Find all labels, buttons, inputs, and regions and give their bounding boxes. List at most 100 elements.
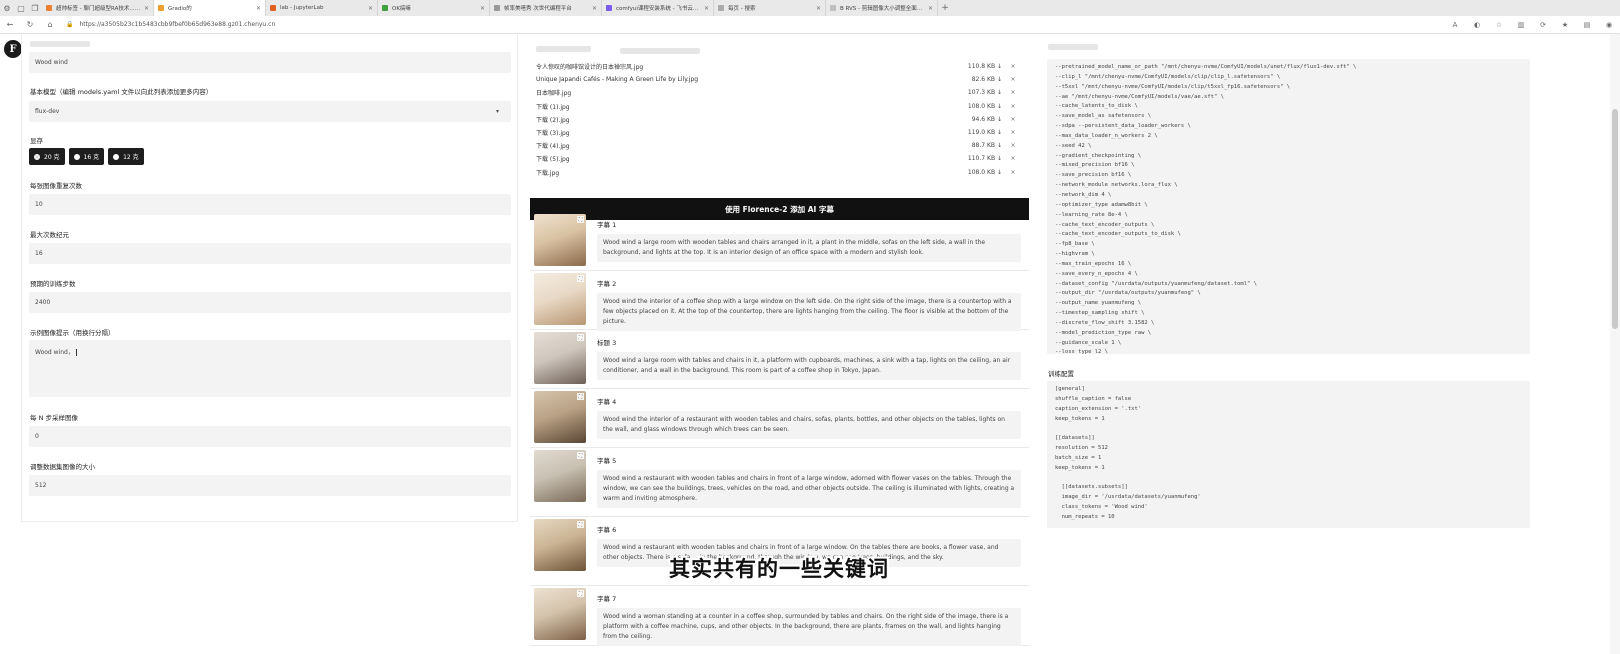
file-size[interactable]: 88.7 KB ↓ bbox=[942, 142, 1002, 149]
radio-icon bbox=[73, 153, 80, 160]
file-name[interactable]: 下载 (2).jpg bbox=[536, 115, 942, 124]
file-name[interactable]: 下载 (3).jpg bbox=[536, 128, 942, 137]
remove-file-icon[interactable]: × bbox=[1002, 155, 1024, 162]
scrollbar-thumb[interactable] bbox=[1612, 109, 1618, 329]
training-config-textarea[interactable]: [general] shuffle_caption = false caption_… bbox=[1047, 381, 1530, 528]
browser-tab[interactable]: comfyui课程安装系统 - 飞书云文档 ✕ bbox=[602, 0, 714, 16]
sample-prompt-textarea[interactable]: Wood wind， bbox=[29, 340, 511, 397]
remove-file-icon[interactable]: × bbox=[1002, 142, 1024, 149]
file-size[interactable]: 94.6 KB ↓ bbox=[942, 116, 1002, 123]
page-scrollbar[interactable] bbox=[1610, 34, 1620, 654]
caption-row: ⛶ 字幕 2 Wood wind the interior of a coffee … bbox=[530, 271, 1029, 331]
vram-option[interactable]: 20 克 bbox=[29, 148, 65, 165]
file-size[interactable]: 107.3 KB ↓ bbox=[942, 89, 1002, 96]
file-name[interactable]: 下载 (4).jpg bbox=[536, 141, 942, 150]
favorites-icon[interactable]: ★ bbox=[1554, 21, 1576, 29]
script-line: --ae "/mnt/chenyu-nvme/ComfyUI/models/va… bbox=[1055, 93, 1224, 100]
vram-option[interactable]: 16 克 bbox=[68, 148, 105, 165]
file-size[interactable]: 108.0 KB ↓ bbox=[942, 103, 1002, 110]
file-name[interactable]: 日本咖啡.jpg bbox=[536, 88, 942, 97]
file-size[interactable]: 82.6 KB ↓ bbox=[942, 76, 1002, 83]
caption-textarea[interactable]: Wood wind a large room with wooden table… bbox=[597, 234, 1021, 262]
file-name[interactable]: Unique Japandi Cafés - Making A Green Li… bbox=[536, 76, 942, 83]
address-bar[interactable]: 🔒 https://a3505b23c1b5483cbb9fbef0b65d96… bbox=[66, 21, 1444, 28]
browser-tab[interactable]: 帧率美嗒秀 次世代编程平台 ✕ bbox=[490, 0, 602, 16]
expand-icon[interactable]: ⛶ bbox=[577, 334, 584, 341]
remove-file-icon[interactable]: × bbox=[1002, 89, 1024, 96]
remove-file-icon[interactable]: × bbox=[1002, 129, 1024, 136]
read-aloud-icon[interactable]: ◐ bbox=[1466, 21, 1488, 29]
training-script-textarea[interactable]: --pretrained_model_name_or_path "/mnt/ch… bbox=[1047, 59, 1530, 354]
translate-icon[interactable]: A bbox=[1444, 21, 1466, 29]
browser-tab[interactable]: lab - JupyterLab ✕ bbox=[266, 0, 378, 16]
expand-icon[interactable]: ⛶ bbox=[577, 590, 584, 597]
collections-icon[interactable]: ▤ bbox=[1576, 21, 1598, 29]
tab-actions-icon[interactable]: ▢ bbox=[14, 0, 28, 16]
close-icon[interactable]: ✕ bbox=[704, 5, 709, 12]
tab-favicon-icon bbox=[830, 5, 836, 11]
base-model-select[interactable]: flux-dev ▾ bbox=[29, 101, 511, 122]
remove-file-icon[interactable]: × bbox=[1002, 103, 1024, 110]
home-icon[interactable]: ⌂ bbox=[40, 20, 60, 29]
back-icon[interactable]: ← bbox=[0, 20, 20, 29]
file-size[interactable]: 108.0 KB ↓ bbox=[942, 169, 1002, 176]
caption-textarea[interactable]: Wood wind the interior of a restaurant w… bbox=[597, 411, 1021, 439]
close-icon[interactable]: ✕ bbox=[368, 5, 373, 12]
expand-icon[interactable]: ⛶ bbox=[577, 452, 584, 459]
expand-icon[interactable]: ⛶ bbox=[577, 275, 584, 282]
close-icon[interactable]: ✕ bbox=[592, 5, 597, 12]
dataset-image-thumbnail[interactable]: ⛶ bbox=[534, 332, 586, 384]
dataset-image-thumbnail[interactable]: ⛶ bbox=[534, 450, 586, 502]
file-size[interactable]: 110.7 KB ↓ bbox=[942, 155, 1002, 162]
expand-icon[interactable]: ⛶ bbox=[577, 521, 584, 528]
extensions-icon[interactable]: ⟳ bbox=[1532, 21, 1554, 29]
dataset-image-thumbnail[interactable]: ⛶ bbox=[534, 519, 586, 571]
remove-file-icon[interactable]: × bbox=[1002, 63, 1024, 70]
close-icon[interactable]: ✕ bbox=[256, 5, 261, 12]
new-tab-button[interactable]: + bbox=[938, 3, 952, 13]
dataset-image-thumbnail[interactable]: ⛶ bbox=[534, 214, 586, 266]
epochs-input[interactable]: 16 bbox=[29, 243, 511, 264]
sample-every-input[interactable]: 0 bbox=[29, 426, 511, 447]
close-icon[interactable]: ✕ bbox=[816, 5, 821, 12]
browser-tab[interactable]: OK搞嘛 ✕ bbox=[378, 0, 490, 16]
remove-file-icon[interactable]: × bbox=[1002, 169, 1024, 176]
file-name[interactable]: 下载 (1).jpg bbox=[536, 102, 942, 111]
browser-tab[interactable]: B RVS - 剪辑图像大小调整全面指南 ✕ bbox=[826, 0, 938, 16]
repeat-input[interactable]: 10 bbox=[29, 194, 511, 215]
expand-icon[interactable]: ⛶ bbox=[577, 216, 584, 223]
caption-textarea[interactable]: Wood wind the interior of a coffee shop … bbox=[597, 293, 1021, 331]
file-name[interactable]: 令人惊叹的咖啡馆设计的日本禅宗风.jpg bbox=[536, 62, 942, 71]
resize-input[interactable]: 512 bbox=[29, 475, 511, 496]
caption-textarea[interactable]: Wood wind a restaurant with wooden table… bbox=[597, 470, 1021, 508]
refresh-icon[interactable]: ↻ bbox=[20, 20, 40, 29]
video-subtitle: 其实共有的一些关键词 bbox=[669, 557, 889, 581]
profile-icon[interactable]: ◉ bbox=[1598, 21, 1620, 29]
favorite-star-icon[interactable]: ☆ bbox=[1488, 21, 1510, 29]
caption-textarea[interactable]: Wood wind a woman standing at a counter … bbox=[597, 608, 1021, 646]
file-size[interactable]: 110.8 KB ↓ bbox=[942, 63, 1002, 70]
app-logo[interactable]: F bbox=[4, 40, 22, 58]
split-screen-icon[interactable]: ▥ bbox=[1510, 21, 1532, 29]
browser-tab[interactable]: 每页 - 搜索 ✕ bbox=[714, 0, 826, 16]
window-menu-icon[interactable]: ⚙ bbox=[0, 0, 14, 16]
trigger-word-input[interactable]: Wood wind bbox=[29, 52, 511, 73]
file-size[interactable]: 119.0 KB ↓ bbox=[942, 129, 1002, 136]
vram-option[interactable]: 12 克 bbox=[108, 148, 144, 165]
browser-tab[interactable]: Gradio的 ✕ bbox=[154, 0, 266, 16]
file-name[interactable]: 下载 (5).jpg bbox=[536, 154, 942, 163]
dataset-image-thumbnail[interactable]: ⛶ bbox=[534, 273, 586, 325]
dataset-image-thumbnail[interactable]: ⛶ bbox=[534, 588, 586, 640]
browser-tab[interactable]: 超帅标签 - 聊门超级型RA技术... 后 ✕ bbox=[42, 0, 154, 16]
dataset-image-thumbnail[interactable]: ⛶ bbox=[534, 391, 586, 443]
close-icon[interactable]: ✕ bbox=[144, 5, 149, 12]
remove-file-icon[interactable]: × bbox=[1002, 76, 1024, 83]
close-icon[interactable]: ✕ bbox=[480, 5, 485, 12]
expand-icon[interactable]: ⛶ bbox=[577, 393, 584, 400]
remove-file-icon[interactable]: × bbox=[1002, 116, 1024, 123]
steps-input[interactable]: 2400 bbox=[29, 292, 511, 313]
caption-textarea[interactable]: Wood wind a large room with tables and c… bbox=[597, 352, 1021, 380]
close-icon[interactable]: ✕ bbox=[928, 5, 933, 12]
file-name[interactable]: 下载.jpg bbox=[536, 168, 942, 177]
vertical-tabs-icon[interactable]: ❐ bbox=[28, 0, 42, 16]
